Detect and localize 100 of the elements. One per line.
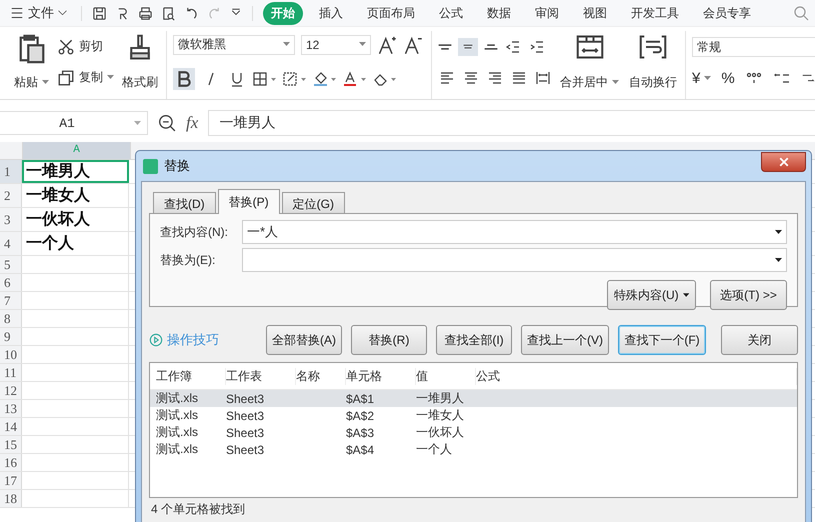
row-header[interactable]: 9 [0,328,22,345]
action-button[interactable]: 查找全部(I) [436,325,512,355]
row-header[interactable]: 7 [0,292,22,309]
align-top-icon [438,44,452,50]
dialog-tab[interactable]: 定位(G) [282,192,345,213]
table-cell: 一堆男人 [22,160,129,183]
row-header[interactable]: 10 [0,346,22,363]
result-row[interactable]: 测试.xls Sheet3 $A$4 一个人 [150,441,797,458]
find-field[interactable]: 一*人 [242,220,787,244]
zoom-icon [158,114,176,132]
cut-button[interactable]: 剪切 [57,38,114,56]
dialog-title: 替换 [164,157,190,175]
formula-field[interactable]: 一堆男人 [208,110,815,136]
dialog-tab[interactable]: 查找(D) [153,192,216,213]
caret-icon [283,42,290,47]
align-middle-button[interactable] [458,38,478,56]
dialog-close-button[interactable]: 关闭 [721,325,798,355]
result-row[interactable]: 测试.xls Sheet3 $A$3 一伙坏人 [150,424,797,441]
row-header[interactable]: 4 [0,232,22,255]
format-painter-button[interactable]: 格式刷 [120,31,160,99]
special-content-button[interactable]: 特殊内容(U) [607,280,696,310]
column-header[interactable]: 单元格 [346,368,416,384]
column-header[interactable]: 工作表 [226,368,296,384]
scissors-icon [57,38,75,56]
paste-button[interactable]: 粘贴 [12,31,51,99]
save-icon [92,6,107,20]
row-header[interactable]: 3 [0,208,22,231]
search-icon [793,5,809,21]
caret-icon [704,76,712,81]
table-cell: 一伙坏人 [22,208,129,231]
row-header[interactable]: 12 [0,382,22,399]
action-button[interactable]: 替换(R) [351,325,427,355]
undo-icon [184,6,199,20]
font-color-icon [343,70,367,86]
ribbon-tab[interactable]: 页面布局 [359,2,423,24]
font-name-dropdown[interactable]: 微软雅黑 [173,34,295,54]
wrap-text-button[interactable]: 自动换行 [627,31,679,99]
row-header[interactable]: 6 [0,274,22,291]
menu-icon [10,7,24,19]
action-button[interactable]: 全部替换(A) [266,325,342,355]
row-header[interactable]: 14 [0,418,22,435]
column-header[interactable]: 名称 [296,368,346,384]
status-text: 4 个单元格被找到 [150,501,246,518]
row-header[interactable]: 18 [0,490,22,507]
column-header[interactable]: 工作簿 [156,368,226,384]
align-left-icon [438,70,456,86]
fill-color-icon [313,70,337,86]
caret-icon [682,292,689,298]
table-cell: 一个人 [22,232,129,255]
result-row[interactable]: 测试.xls Sheet3 $A$1 一堆男人 [150,390,797,407]
play-icon [149,333,163,347]
caret-icon [775,258,782,262]
percent-button[interactable]: % [721,70,735,87]
merge-cells-icon [574,33,604,61]
ribbon-tab[interactable]: 公式 [431,2,471,24]
ribbon-tab[interactable]: 开发工具 [623,2,687,24]
indent-icon [528,39,546,55]
options-button[interactable]: 选项(T) >> [710,280,787,310]
name-box[interactable]: A1 [0,111,148,135]
merge-center-button[interactable]: 合并居中 [558,31,621,99]
distribute-icon [534,70,552,86]
caret-icon [107,75,114,80]
action-button[interactable]: 查找下一个(F) [618,325,706,355]
row-header[interactable]: 13 [0,400,22,417]
align-bottom-icon [484,44,498,50]
underline-icon [229,70,245,86]
number-format-dropdown[interactable]: 常规 [692,37,815,58]
ribbon-tab[interactable]: 会员专享 [695,2,759,24]
chevron-icon [58,10,67,16]
row-header[interactable]: 15 [0,436,22,453]
row-header[interactable]: 11 [0,364,22,381]
row-header[interactable]: 8 [0,310,22,327]
app-icon [143,158,158,174]
font-size-dropdown[interactable]: 12 [301,34,371,54]
align-right-icon [486,70,504,86]
ribbon-tab[interactable]: 视图 [575,2,615,24]
row-header[interactable]: 17 [0,472,22,489]
bold-button[interactable] [173,68,195,90]
action-button[interactable]: 查找上一个(V) [521,325,609,355]
caret-icon [42,80,49,85]
file-menu[interactable]: 文件 [6,2,71,24]
ribbon-tab[interactable]: 审阅 [527,2,567,24]
result-row[interactable]: 测试.xls Sheet3 $A$2 一堆女人 [150,407,797,424]
currency-button[interactable]: ¥ [692,70,712,87]
row-header[interactable]: 2 [0,184,22,207]
ribbon-tab[interactable]: 数据 [479,2,519,24]
row-header[interactable]: 5 [0,256,22,273]
ribbon-tab[interactable]: 插入 [311,2,351,24]
table-cell: 一堆女人 [22,184,129,207]
justify-icon [510,70,528,86]
dialog-tab[interactable]: 替换(P) [218,189,280,214]
row-header[interactable]: 1 [0,160,22,183]
column-header[interactable]: 值 [416,368,476,384]
caret-icon [134,120,141,126]
replace-field[interactable] [242,248,787,272]
column-header[interactable]: 公式 [476,368,797,384]
wrap-text-icon [638,33,668,61]
close-button[interactable] [761,152,806,172]
copy-button[interactable]: 复制 [57,68,114,86]
row-header[interactable]: 16 [0,454,22,471]
